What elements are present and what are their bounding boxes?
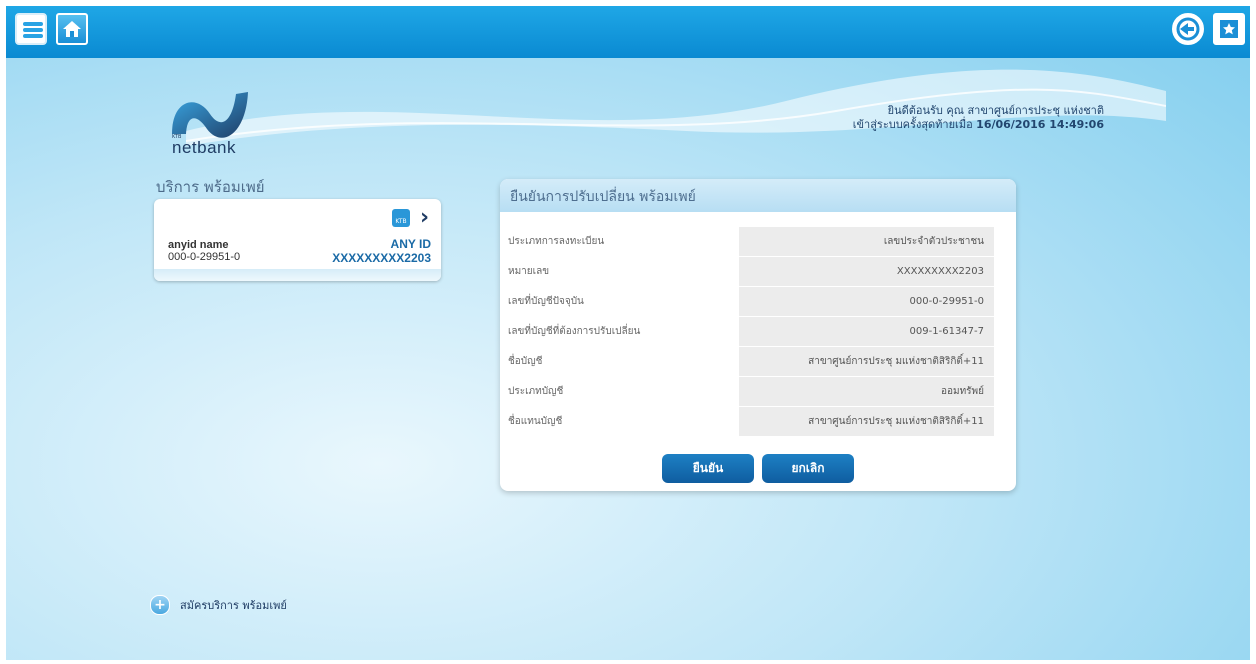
row-value: เลขประจำตัวประชาชน bbox=[739, 227, 994, 256]
row-value: สาขาศูนย์การประชุ มแห่งชาติสิริกิติ์+11 bbox=[739, 407, 994, 436]
row-value: XXXXXXXXX2203 bbox=[739, 257, 994, 286]
home-button[interactable] bbox=[56, 13, 88, 45]
welcome-line: ยินดีต้อนรับ คุณ สาขาศูนย์การประชุ แห่งช… bbox=[887, 104, 1104, 117]
cancel-button[interactable]: ยกเลิก bbox=[762, 454, 854, 483]
detail-row: เลขที่บัญชีปัจจุบัน 000-0-29951-0 bbox=[508, 287, 1004, 316]
confirm-panel: ยืนยันการปรับเปลี่ยน พร้อมเพย์ ประเภทการ… bbox=[500, 179, 1016, 491]
favorite-button[interactable] bbox=[1213, 13, 1245, 45]
plus-icon: + bbox=[150, 595, 170, 615]
anyid-label: ANY ID bbox=[390, 237, 431, 251]
confirm-button[interactable]: ยืนยัน bbox=[662, 454, 754, 483]
detail-row: ชื่อบัญชี สาขาศูนย์การประชุ มแห่งชาติสิร… bbox=[508, 347, 1004, 376]
logo-text: netbank bbox=[172, 138, 236, 157]
register-label: สมัครบริการ พร้อมเพย์ bbox=[180, 599, 287, 612]
anyid-name: anyid name bbox=[168, 239, 229, 251]
menu-icon bbox=[23, 22, 43, 26]
row-label: หมายเลข bbox=[508, 266, 550, 277]
row-value: 000-0-29951-0 bbox=[739, 287, 994, 316]
home-icon bbox=[63, 21, 81, 37]
anyid-account: 000-0-29951-0 bbox=[168, 251, 241, 263]
favorite-icon bbox=[1220, 20, 1238, 38]
row-value: สาขาศูนย์การประชุ มแห่งชาติสิริกิติ์+11 bbox=[739, 347, 994, 376]
section-title: บริการ พร้อมเพย์ bbox=[156, 178, 265, 196]
row-value: 009-1-61347-7 bbox=[739, 317, 994, 346]
last-login-label: เข้าสู่ระบบครั้งสุดท้ายเมื่อ bbox=[852, 118, 973, 131]
detail-row: ประเภทบัญชี ออมทรัพย์ bbox=[508, 377, 1004, 406]
row-label: ประเภทการลงทะเบียน bbox=[508, 236, 605, 247]
last-login-datetime: 16/06/2016 14:49:06 bbox=[976, 118, 1104, 131]
detail-rows: ประเภทการลงทะเบียน เลขประจำตัวประชาชน หม… bbox=[508, 227, 1004, 437]
ktb-icon: KTB bbox=[392, 209, 410, 227]
menu-button[interactable] bbox=[15, 13, 47, 45]
row-label: เลขที่บัญชีที่ต้องการปรับเปลี่ยน bbox=[508, 326, 641, 337]
top-bar bbox=[6, 6, 1250, 58]
anyid-value: XXXXXXXXX2203 bbox=[332, 251, 431, 265]
card-footer-bar bbox=[154, 269, 441, 281]
detail-row: ชื่อแทนบัญชี สาขาศูนย์การประชุ มแห่งชาติ… bbox=[508, 407, 1004, 436]
detail-row: เลขที่บัญชีที่ต้องการปรับเปลี่ยน 009-1-6… bbox=[508, 317, 1004, 346]
logout-button[interactable] bbox=[1172, 13, 1204, 45]
anyid-card[interactable]: KTB › anyid name 000-0-29951-0 ANY ID XX… bbox=[154, 199, 441, 281]
row-label: ชื่อบัญชี bbox=[508, 356, 543, 367]
detail-row: ประเภทการลงทะเบียน เลขประจำตัวประชาชน bbox=[508, 227, 1004, 256]
row-label: ประเภทบัญชี bbox=[508, 386, 564, 397]
row-label: ชื่อแทนบัญชี bbox=[508, 416, 563, 427]
register-link[interactable]: + สมัครบริการ พร้อมเพย์ bbox=[150, 595, 287, 615]
detail-row: หมายเลข XXXXXXXXX2203 bbox=[508, 257, 1004, 286]
app-frame: KTB netbank ยินดีต้อนรับ คุณ สาขาศูนย์กา… bbox=[6, 6, 1250, 660]
panel-title: ยืนยันการปรับเปลี่ยน พร้อมเพย์ bbox=[500, 179, 1016, 212]
last-login-line: เข้าสู่ระบบครั้งสุดท้ายเมื่อ 16/06/2016 … bbox=[853, 118, 1104, 132]
welcome-message: ยินดีต้อนรับ คุณ สาขาศูนย์การประชุ แห่งช… bbox=[853, 104, 1104, 132]
chevron-right-icon[interactable]: › bbox=[420, 205, 429, 230]
row-label: เลขที่บัญชีปัจจุบัน bbox=[508, 296, 584, 307]
logout-icon bbox=[1176, 17, 1200, 41]
row-value: ออมทรัพย์ bbox=[739, 377, 994, 406]
